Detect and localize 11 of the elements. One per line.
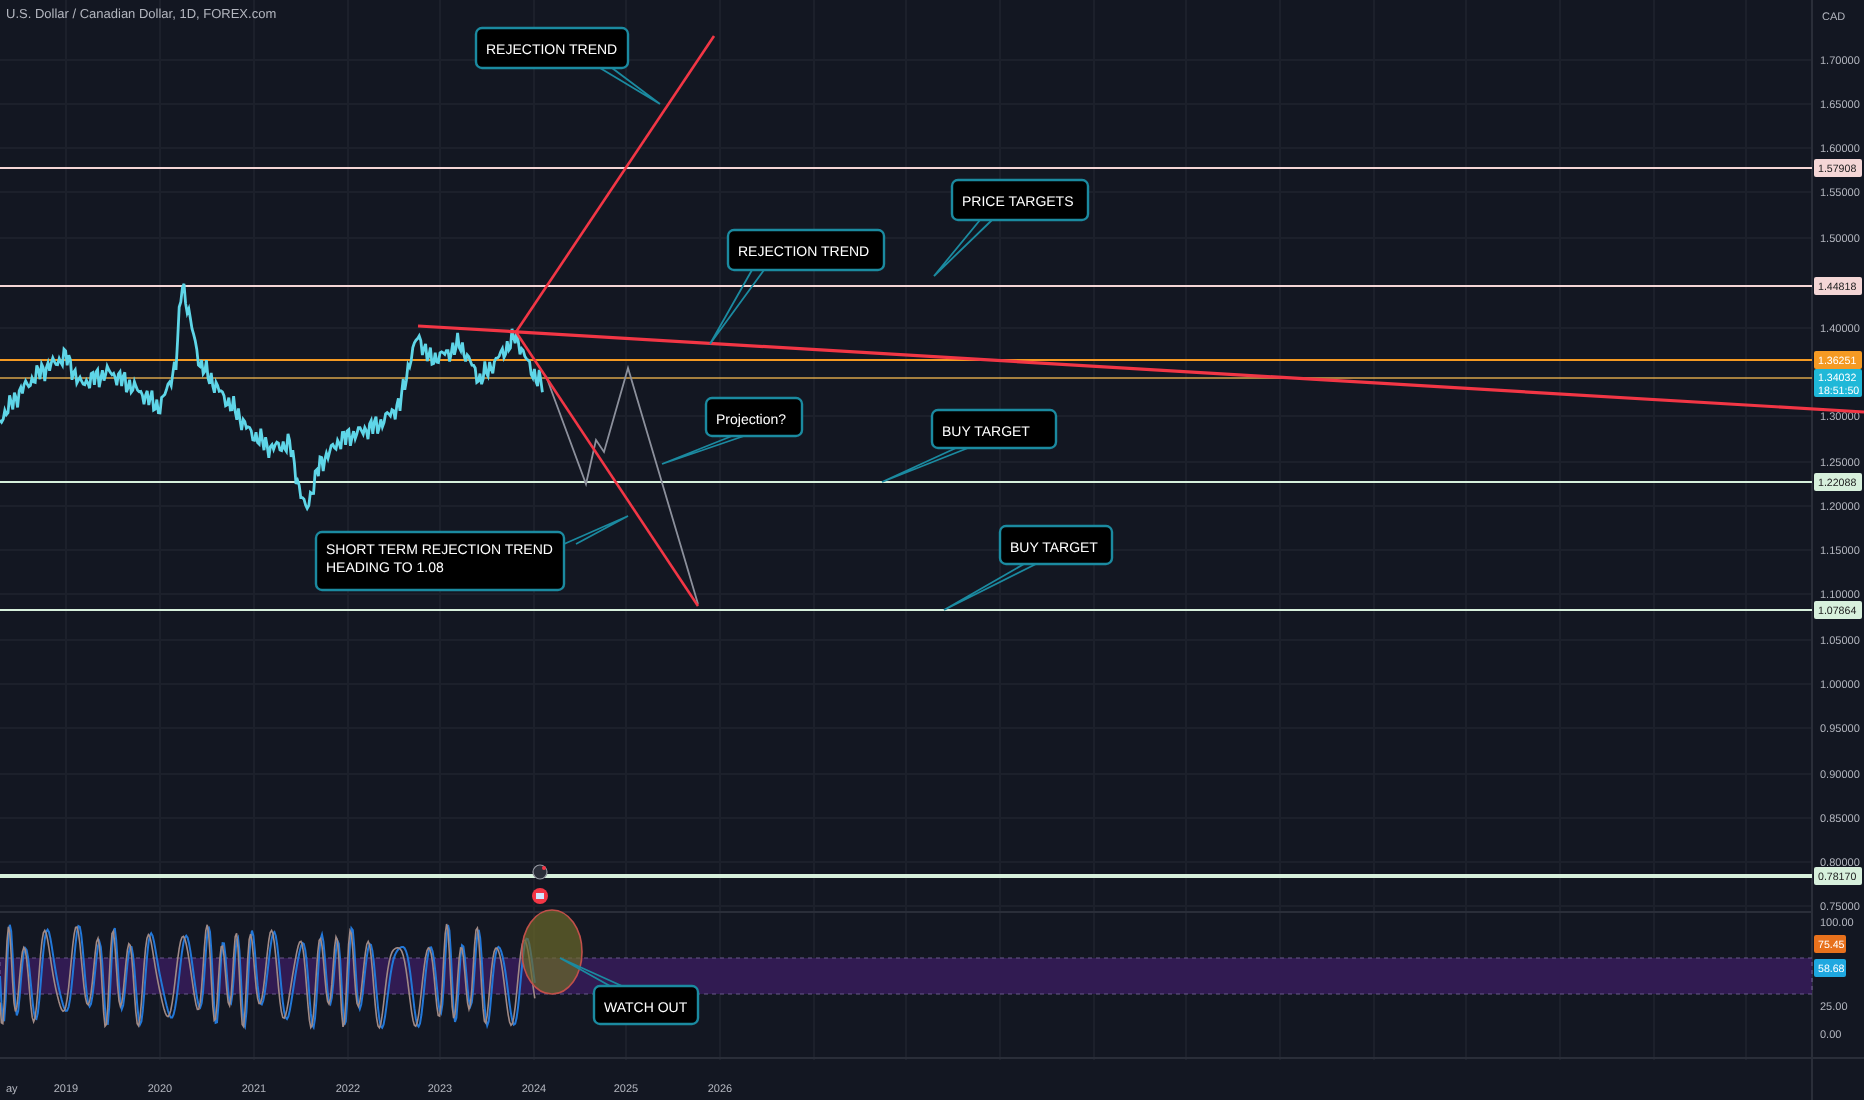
leader-line <box>563 515 629 545</box>
leader-line <box>933 219 993 277</box>
leader-line <box>599 67 661 105</box>
leader-line <box>661 435 745 465</box>
leader-line <box>943 563 1037 611</box>
leader-line <box>559 957 623 987</box>
highlight-ellipse <box>521 909 583 995</box>
leader-line <box>709 269 765 345</box>
leader-line <box>881 447 969 483</box>
marker-icon[interactable] <box>532 888 548 904</box>
marker-icon[interactable] <box>532 864 548 880</box>
